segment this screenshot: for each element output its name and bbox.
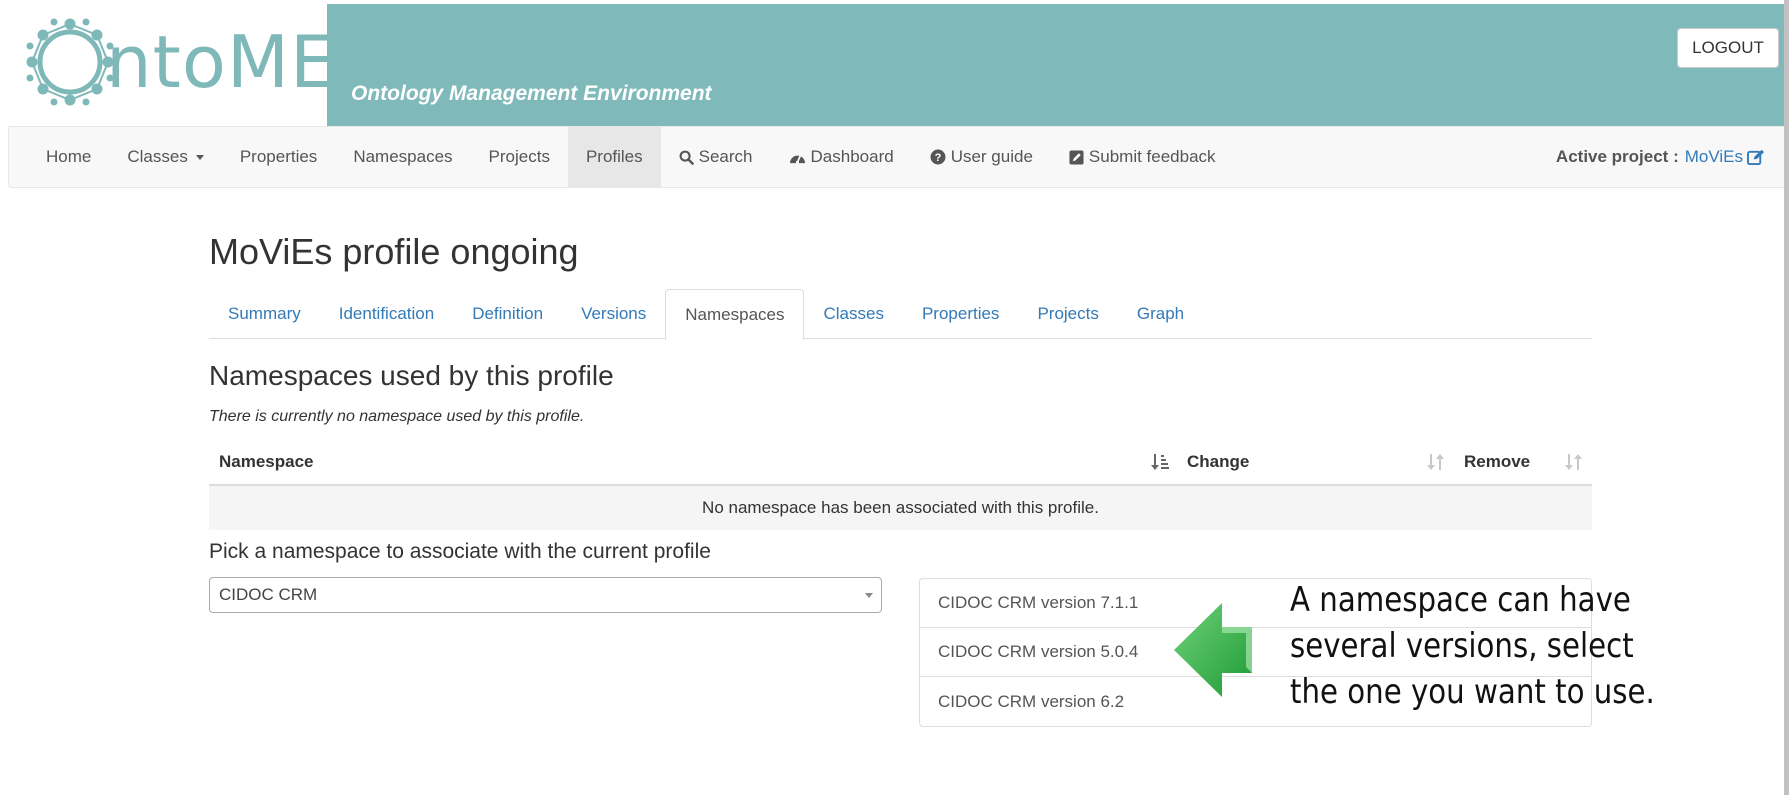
- namespace-select-value: CIDOC CRM: [219, 585, 318, 604]
- tab-versions[interactable]: Versions: [562, 289, 665, 339]
- page-title: MoViEs profile ongoing: [209, 231, 579, 272]
- nav-profiles[interactable]: Profiles: [567, 127, 661, 187]
- sort-both-icon[interactable]: [1427, 452, 1445, 472]
- nav-projects-label: Projects: [488, 147, 550, 166]
- profile-tabs: Summary Identification Definition Versio…: [209, 289, 1592, 340]
- nav-namespaces[interactable]: Namespaces: [335, 127, 470, 187]
- nav-classes-label: Classes: [127, 147, 188, 166]
- table-header: Namespace Change Remove: [209, 440, 1592, 486]
- tab-projects[interactable]: Projects: [1018, 289, 1117, 339]
- annotation-callout: A namespace can have several versions, s…: [1290, 580, 1655, 712]
- tab-summary[interactable]: Summary: [209, 289, 320, 339]
- logout-button[interactable]: LOGOUT: [1677, 28, 1779, 68]
- tab-definition[interactable]: Definition: [453, 289, 562, 339]
- nav-user-guide[interactable]: ? User guide: [912, 127, 1051, 187]
- page-scrollbar[interactable]: [1784, 0, 1789, 795]
- nav-properties[interactable]: Properties: [222, 127, 335, 187]
- nav-home[interactable]: Home: [9, 127, 109, 187]
- app-subtitle: Ontology Management Environment: [351, 82, 712, 105]
- search-icon: [679, 150, 694, 165]
- namespace-select[interactable]: CIDOC CRM: [209, 577, 882, 613]
- tab-properties[interactable]: Properties: [903, 289, 1018, 339]
- edit-square-icon: [1069, 149, 1084, 165]
- pick-namespace-label: Pick a namespace to associate with the c…: [209, 540, 711, 563]
- tab-namespaces[interactable]: Namespaces: [665, 289, 805, 340]
- nav-submit-feedback-label: Submit feedback: [1088, 147, 1216, 166]
- column-header-namespace[interactable]: Namespace: [219, 440, 314, 484]
- tab-identification[interactable]: Identification: [320, 289, 453, 339]
- nav-search[interactable]: Search: [661, 127, 771, 187]
- active-project: Active project : MoViEs: [1556, 127, 1766, 187]
- sort-both-icon[interactable]: [1565, 452, 1583, 472]
- section-title: Namespaces used by this profile: [209, 360, 614, 391]
- chevron-down-icon: [865, 593, 873, 598]
- main-navbar: Home Classes Properties Namespaces Proje…: [8, 126, 1789, 188]
- column-header-change[interactable]: Change: [1187, 440, 1249, 484]
- tab-classes[interactable]: Classes: [804, 289, 902, 339]
- nav-profiles-label: Profiles: [585, 147, 643, 166]
- header-banner: Ontology Management Environment LOGOUT: [327, 4, 1789, 126]
- nav-properties-label: Properties: [239, 147, 318, 166]
- nav-home-label: Home: [46, 147, 92, 166]
- logo-molecule-icon: [26, 18, 114, 106]
- nav-user-guide-label: User guide: [950, 147, 1033, 166]
- nav-classes-dropdown[interactable]: Classes: [109, 127, 221, 187]
- nav-projects[interactable]: Projects: [471, 127, 568, 187]
- table-empty-row: No namespace has been associated with th…: [209, 486, 1592, 530]
- active-project-value: MoViEs: [1684, 147, 1743, 166]
- logo-text: ntoME: [106, 20, 337, 104]
- empty-note: There is currently no namespace used by …: [209, 408, 585, 425]
- caret-down-icon: [195, 154, 204, 160]
- edit-icon: [1747, 149, 1765, 165]
- logo[interactable]: ntoME: [0, 0, 336, 126]
- nav-search-label: Search: [698, 147, 753, 166]
- main-content: MoViEs profile ongoing Summary Identific…: [209, 230, 1592, 727]
- tab-graph[interactable]: Graph: [1118, 289, 1203, 339]
- nav-dashboard-label: Dashboard: [810, 147, 894, 166]
- nav-submit-feedback[interactable]: Submit feedback: [1051, 127, 1234, 187]
- header: ntoME Ontology Management Environment LO…: [0, 0, 1789, 126]
- active-project-label: Active project :: [1555, 147, 1679, 166]
- namespaces-table: Namespace Change Remove No namespace has…: [209, 440, 1592, 530]
- sort-ascending-icon[interactable]: [1151, 452, 1169, 472]
- arrow-left-icon: [1174, 603, 1252, 697]
- question-circle-icon: ?: [930, 149, 946, 165]
- nav-namespaces-label: Namespaces: [353, 147, 453, 166]
- active-project-link[interactable]: MoViEs: [1685, 147, 1766, 167]
- dashboard-icon: [789, 150, 806, 165]
- svg-text:?: ?: [934, 152, 941, 164]
- column-header-remove[interactable]: Remove: [1464, 440, 1530, 484]
- nav-dashboard[interactable]: Dashboard: [771, 127, 912, 187]
